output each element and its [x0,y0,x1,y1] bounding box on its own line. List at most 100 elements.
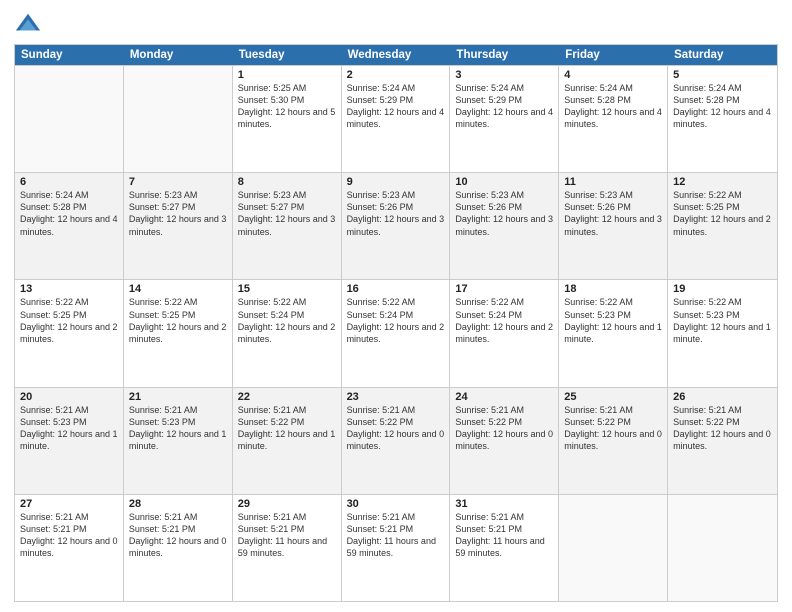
day-detail: Sunrise: 5:21 AM Sunset: 5:21 PM Dayligh… [238,511,336,560]
page: SundayMondayTuesdayWednesdayThursdayFrid… [0,0,792,612]
day-detail: Sunrise: 5:22 AM Sunset: 5:24 PM Dayligh… [238,296,336,345]
day-number: 5 [673,69,772,81]
header-day-monday: Monday [124,45,233,65]
table-row: 2Sunrise: 5:24 AM Sunset: 5:29 PM Daylig… [342,66,451,172]
day-detail: Sunrise: 5:24 AM Sunset: 5:29 PM Dayligh… [455,82,553,131]
table-row [559,495,668,601]
day-number: 3 [455,69,553,81]
table-row: 9Sunrise: 5:23 AM Sunset: 5:26 PM Daylig… [342,173,451,279]
day-detail: Sunrise: 5:25 AM Sunset: 5:30 PM Dayligh… [238,82,336,131]
day-number: 17 [455,283,553,295]
day-detail: Sunrise: 5:22 AM Sunset: 5:24 PM Dayligh… [455,296,553,345]
day-detail: Sunrise: 5:22 AM Sunset: 5:24 PM Dayligh… [347,296,445,345]
logo [14,10,46,38]
day-detail: Sunrise: 5:21 AM Sunset: 5:22 PM Dayligh… [238,404,336,453]
table-row: 25Sunrise: 5:21 AM Sunset: 5:22 PM Dayli… [559,388,668,494]
day-detail: Sunrise: 5:21 AM Sunset: 5:22 PM Dayligh… [673,404,772,453]
table-row: 24Sunrise: 5:21 AM Sunset: 5:22 PM Dayli… [450,388,559,494]
table-row: 16Sunrise: 5:22 AM Sunset: 5:24 PM Dayli… [342,280,451,386]
calendar-body: 1Sunrise: 5:25 AM Sunset: 5:30 PM Daylig… [15,65,777,601]
logo-icon [14,10,42,38]
table-row: 29Sunrise: 5:21 AM Sunset: 5:21 PM Dayli… [233,495,342,601]
day-number: 31 [455,498,553,510]
day-detail: Sunrise: 5:21 AM Sunset: 5:23 PM Dayligh… [129,404,227,453]
day-number: 20 [20,391,118,403]
day-detail: Sunrise: 5:22 AM Sunset: 5:23 PM Dayligh… [564,296,662,345]
table-row: 14Sunrise: 5:22 AM Sunset: 5:25 PM Dayli… [124,280,233,386]
header-day-thursday: Thursday [450,45,559,65]
calendar: SundayMondayTuesdayWednesdayThursdayFrid… [14,44,778,602]
table-row: 31Sunrise: 5:21 AM Sunset: 5:21 PM Dayli… [450,495,559,601]
day-detail: Sunrise: 5:24 AM Sunset: 5:29 PM Dayligh… [347,82,445,131]
calendar-week-3: 13 Sunrise: 5:22 AM Sunset: 5:25 PM Dayli… [15,279,777,386]
day-detail: Sunrise: 5:21 AM Sunset: 5:22 PM Dayligh… [455,404,553,453]
day-number: 1 [238,69,336,81]
day-number: 18 [564,283,662,295]
table-row: 30Sunrise: 5:21 AM Sunset: 5:21 PM Dayli… [342,495,451,601]
day-detail: Sunrise: 5:24 AM Sunset: 5:28 PM Dayligh… [673,82,772,131]
day-number: 28 [129,498,227,510]
table-row: 20Sunrise: 5:21 AM Sunset: 5:23 PM Dayli… [15,388,124,494]
table-row: 23Sunrise: 5:21 AM Sunset: 5:22 PM Dayli… [342,388,451,494]
table-row: 21Sunrise: 5:21 AM Sunset: 5:23 PM Dayli… [124,388,233,494]
day-detail: Sunrise: 5:23 AM Sunset: 5:27 PM Dayligh… [238,189,336,238]
day-detail: Sunrise: 5:21 AM Sunset: 5:21 PM Dayligh… [347,511,445,560]
day-number: 8 [238,176,336,188]
table-row: 18Sunrise: 5:22 AM Sunset: 5:23 PM Dayli… [559,280,668,386]
table-row: 26Sunrise: 5:21 AM Sunset: 5:22 PM Dayli… [668,388,777,494]
calendar-week-4: 20Sunrise: 5:21 AM Sunset: 5:23 PM Dayli… [15,387,777,494]
day-number: 27 [20,498,118,510]
day-number: 26 [673,391,772,403]
day-number: 24 [455,391,553,403]
day-number: 12 [673,176,772,188]
day-detail: Sunrise: 5:21 AM Sunset: 5:21 PM Dayligh… [129,511,227,560]
calendar-week-1: 1Sunrise: 5:25 AM Sunset: 5:30 PM Daylig… [15,65,777,172]
table-row [124,66,233,172]
day-detail: Sunrise: 5:23 AM Sunset: 5:27 PM Dayligh… [129,189,227,238]
day-number: 22 [238,391,336,403]
day-detail: Sunrise: 5:21 AM Sunset: 5:21 PM Dayligh… [20,511,118,560]
table-row: 4Sunrise: 5:24 AM Sunset: 5:28 PM Daylig… [559,66,668,172]
header [14,10,778,38]
day-detail: Sunrise: 5:22 AM Sunset: 5:23 PM Dayligh… [673,296,772,345]
table-row: 28Sunrise: 5:21 AM Sunset: 5:21 PM Dayli… [124,495,233,601]
table-row: 17Sunrise: 5:22 AM Sunset: 5:24 PM Dayli… [450,280,559,386]
table-row: 15Sunrise: 5:22 AM Sunset: 5:24 PM Dayli… [233,280,342,386]
table-row: 5Sunrise: 5:24 AM Sunset: 5:28 PM Daylig… [668,66,777,172]
day-number: 19 [673,283,772,295]
table-row: 8Sunrise: 5:23 AM Sunset: 5:27 PM Daylig… [233,173,342,279]
table-row: 3Sunrise: 5:24 AM Sunset: 5:29 PM Daylig… [450,66,559,172]
day-detail: Sunrise: 5:21 AM Sunset: 5:23 PM Dayligh… [20,404,118,453]
header-day-wednesday: Wednesday [342,45,451,65]
day-detail: Sunrise: 5:24 AM Sunset: 5:28 PM Dayligh… [20,189,118,238]
day-detail: Sunrise: 5:21 AM Sunset: 5:22 PM Dayligh… [347,404,445,453]
table-row: 13Sunrise: 5:22 AM Sunset: 5:25 PM Dayli… [15,280,124,386]
table-row: 1Sunrise: 5:25 AM Sunset: 5:30 PM Daylig… [233,66,342,172]
day-number: 13 [20,283,118,295]
table-row: 27Sunrise: 5:21 AM Sunset: 5:21 PM Dayli… [15,495,124,601]
calendar-header: SundayMondayTuesdayWednesdayThursdayFrid… [15,45,777,65]
day-number: 11 [564,176,662,188]
day-detail: Sunrise: 5:23 AM Sunset: 5:26 PM Dayligh… [455,189,553,238]
day-number: 7 [129,176,227,188]
day-detail: Sunrise: 5:22 AM Sunset: 5:25 PM Dayligh… [129,296,227,345]
table-row: 12Sunrise: 5:22 AM Sunset: 5:25 PM Dayli… [668,173,777,279]
day-detail: Sunrise: 5:21 AM Sunset: 5:22 PM Dayligh… [564,404,662,453]
day-number: 29 [238,498,336,510]
day-number: 30 [347,498,445,510]
calendar-week-2: 6Sunrise: 5:24 AM Sunset: 5:28 PM Daylig… [15,172,777,279]
day-number: 16 [347,283,445,295]
calendar-week-5: 27Sunrise: 5:21 AM Sunset: 5:21 PM Dayli… [15,494,777,601]
day-number: 14 [129,283,227,295]
table-row: 19Sunrise: 5:22 AM Sunset: 5:23 PM Dayli… [668,280,777,386]
header-day-friday: Friday [559,45,668,65]
day-number: 23 [347,391,445,403]
table-row: 6Sunrise: 5:24 AM Sunset: 5:28 PM Daylig… [15,173,124,279]
header-day-saturday: Saturday [668,45,777,65]
day-detail: Sunrise: 5:22 AM Sunset: 5:25 PM Dayligh… [673,189,772,238]
table-row: 11Sunrise: 5:23 AM Sunset: 5:26 PM Dayli… [559,173,668,279]
table-row [15,66,124,172]
table-row: 22Sunrise: 5:21 AM Sunset: 5:22 PM Dayli… [233,388,342,494]
table-row [668,495,777,601]
table-row: 7Sunrise: 5:23 AM Sunset: 5:27 PM Daylig… [124,173,233,279]
